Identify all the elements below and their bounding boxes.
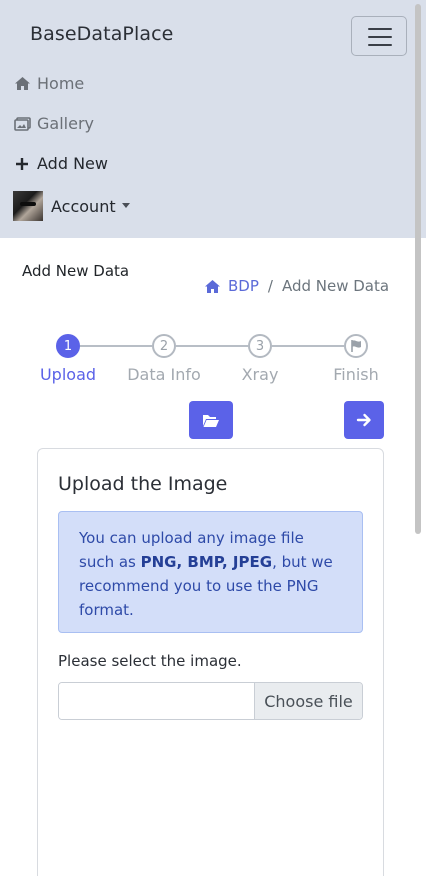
nav-item-gallery[interactable]: Gallery bbox=[13, 114, 94, 133]
step-connector bbox=[272, 345, 344, 347]
home-icon bbox=[205, 279, 220, 293]
nav-item-label: Gallery bbox=[37, 114, 94, 133]
info-alert: You can upload any image file such as PN… bbox=[58, 511, 363, 633]
step-3-label: Xray bbox=[241, 365, 279, 384]
step-2-indicator[interactable]: 2 bbox=[152, 334, 176, 358]
avatar bbox=[13, 191, 43, 221]
nav-item-label: Home bbox=[37, 74, 85, 93]
folder-open-icon bbox=[203, 414, 219, 427]
breadcrumb-home-link[interactable]: BDP bbox=[204, 277, 259, 295]
next-step-button[interactable] bbox=[344, 401, 384, 439]
caret-down-icon bbox=[121, 202, 130, 208]
step-connector bbox=[80, 345, 152, 347]
step-2-label: Data Info bbox=[127, 365, 201, 384]
plus-icon bbox=[13, 155, 31, 173]
browse-folder-button[interactable] bbox=[189, 401, 233, 439]
step-4-indicator[interactable] bbox=[344, 334, 368, 358]
gallery-icon bbox=[13, 115, 31, 133]
breadcrumb: BDP / Add New Data bbox=[204, 277, 389, 295]
top-navbar: BaseDataPlace Home Gallery Add New Accou… bbox=[0, 0, 426, 238]
nav-item-label: Account bbox=[51, 196, 116, 216]
nav-item-home[interactable]: Home bbox=[13, 74, 84, 93]
brand-logo-text[interactable]: BaseDataPlace bbox=[30, 23, 173, 45]
page-title: Add New Data bbox=[22, 262, 130, 280]
step-4-label: Finish bbox=[333, 365, 379, 384]
nav-item-label: Add New bbox=[37, 154, 108, 173]
upload-card: Upload the Image You can upload any imag… bbox=[37, 448, 384, 876]
alert-formats: PNG, BMP, JPEG bbox=[140, 553, 273, 571]
navbar-toggler-button[interactable] bbox=[351, 16, 407, 56]
step-connector bbox=[176, 345, 248, 347]
step-1-label: Upload bbox=[39, 365, 97, 384]
choose-file-button[interactable]: Choose file bbox=[254, 683, 362, 719]
hamburger-icon-bar bbox=[368, 36, 392, 38]
file-select-label: Please select the image. bbox=[58, 652, 242, 670]
breadcrumb-home-label: BDP bbox=[228, 277, 259, 295]
progress-stepper: 1 2 3 Upload Data Info Xray Finish bbox=[0, 330, 426, 390]
nav-item-add-new[interactable]: Add New bbox=[13, 154, 108, 173]
card-title: Upload the Image bbox=[58, 473, 228, 495]
flag-icon bbox=[351, 340, 361, 352]
arrow-right-icon bbox=[356, 413, 371, 427]
step-3-indicator[interactable]: 3 bbox=[248, 334, 272, 358]
file-input[interactable]: Choose file bbox=[58, 682, 363, 720]
nav-item-account[interactable]: Account bbox=[13, 191, 130, 221]
home-icon bbox=[13, 75, 31, 93]
breadcrumb-separator: / bbox=[267, 277, 273, 295]
file-name-field[interactable] bbox=[59, 683, 254, 719]
hamburger-icon-bar bbox=[368, 44, 392, 46]
step-1-indicator[interactable]: 1 bbox=[56, 334, 80, 358]
hamburger-icon-bar bbox=[368, 28, 392, 30]
breadcrumb-current: Add New Data bbox=[281, 277, 390, 295]
scrollbar-thumb[interactable] bbox=[415, 4, 421, 534]
